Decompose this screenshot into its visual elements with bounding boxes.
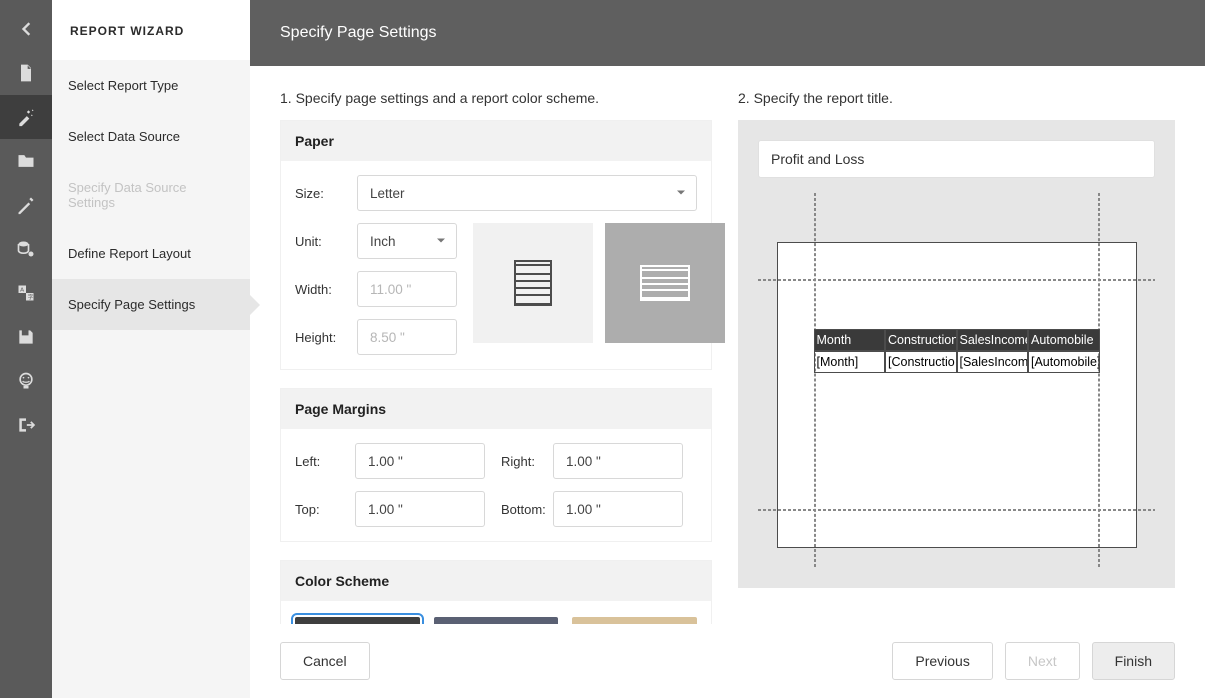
margin-top-label: Top:	[295, 502, 357, 517]
height-label: Height:	[295, 330, 357, 345]
unit-label: Unit:	[295, 234, 357, 249]
height-input[interactable]: 8.50 "	[357, 319, 457, 355]
paper-heading: Paper	[281, 121, 711, 161]
report-title-input[interactable]: Profit and Loss	[758, 140, 1155, 178]
instruction-left: 1. Specify page settings and a report co…	[280, 90, 712, 106]
report-preview-page: Month Construction SalesIncome Automobil…	[777, 242, 1137, 548]
margin-left-label: Left:	[295, 454, 357, 469]
margin-bottom-label: Bottom:	[485, 502, 541, 517]
previous-button[interactable]: Previous	[892, 642, 992, 680]
step-define-report-layout[interactable]: Define Report Layout	[52, 228, 250, 279]
table-header-cell: SalesIncome	[957, 329, 1029, 351]
exit-icon[interactable]	[0, 403, 52, 447]
color-scheme-group: Color Scheme GREY COLDGREY CREAM	[280, 560, 712, 624]
margin-right-label: Right:	[485, 454, 541, 469]
chevron-down-icon	[676, 186, 686, 201]
size-value: Letter	[370, 186, 405, 201]
svg-text:A: A	[20, 287, 24, 293]
margin-top-input[interactable]: 1.00 "	[355, 491, 485, 527]
wizard-sidebar: REPORT WIZARD Select Report Type Select …	[52, 0, 250, 698]
chevron-down-icon	[436, 234, 446, 249]
unit-value: Inch	[370, 234, 396, 249]
wand-icon[interactable]	[0, 183, 52, 227]
database-gear-icon[interactable]	[0, 227, 52, 271]
svg-text:字: 字	[28, 293, 34, 301]
margin-bottom-input[interactable]: 1.00 "	[553, 491, 683, 527]
file-icon[interactable]	[0, 51, 52, 95]
width-input[interactable]: 11.00 "	[357, 271, 457, 307]
size-label: Size:	[295, 186, 357, 201]
swatch-grey[interactable]: GREY	[295, 617, 420, 624]
table-cell: [Constructio	[885, 351, 957, 373]
sidebar-title: REPORT WIZARD	[52, 0, 250, 60]
preview-panel: Profit and Loss Month Construction	[738, 120, 1175, 588]
step-specify-page-settings[interactable]: Specify Page Settings	[52, 279, 250, 330]
table-cell: [Month]	[814, 351, 886, 373]
table-header-cell: Construction	[885, 329, 957, 351]
size-select[interactable]: Letter	[357, 175, 697, 211]
next-button: Next	[1005, 642, 1080, 680]
margins-heading: Page Margins	[281, 389, 711, 429]
orientation-portrait-button[interactable]	[473, 223, 593, 343]
translate-icon[interactable]: A字	[0, 271, 52, 315]
wizard-footer: Cancel Previous Next Finish	[250, 624, 1205, 698]
width-label: Width:	[295, 282, 357, 297]
margin-right-input[interactable]: 1.00 "	[553, 443, 683, 479]
orientation-landscape-button[interactable]	[605, 223, 725, 343]
page-title: Specify Page Settings	[250, 0, 1205, 66]
back-icon[interactable]	[0, 7, 52, 51]
margin-guide-bottom	[758, 509, 1155, 511]
landscape-page-icon	[640, 265, 690, 301]
report-preview-table: Month Construction SalesIncome Automobil…	[814, 329, 1100, 373]
color-scheme-heading: Color Scheme	[281, 561, 711, 601]
emoji-icon[interactable]	[0, 359, 52, 403]
finish-button[interactable]: Finish	[1092, 642, 1175, 680]
table-header-row: Month Construction SalesIncome Automobil…	[814, 329, 1100, 351]
save-icon[interactable]	[0, 315, 52, 359]
table-cell: [SalesIncome	[957, 351, 1029, 373]
left-icon-bar: A字	[0, 0, 52, 698]
margins-group: Page Margins Left: 1.00 " Right: 1.00 " …	[280, 388, 712, 542]
folder-icon[interactable]	[0, 139, 52, 183]
table-row: [Month] [Constructio [SalesIncome [Autom…	[814, 351, 1100, 373]
step-select-data-source[interactable]: Select Data Source	[52, 111, 250, 162]
step-select-report-type[interactable]: Select Report Type	[52, 60, 250, 111]
table-header-cell: Month	[814, 329, 886, 351]
swatch-coldgrey[interactable]: COLDGREY	[434, 617, 559, 624]
table-header-cell: Automobile	[1028, 329, 1100, 351]
paper-group: Paper Size: Letter Unit	[280, 120, 712, 370]
step-specify-data-source-settings: Specify Data Source Settings	[52, 162, 250, 228]
swatch-cream[interactable]: CREAM	[572, 617, 697, 624]
instruction-right: 2. Specify the report title.	[738, 90, 1175, 106]
unit-select[interactable]: Inch	[357, 223, 457, 259]
wizard-icon[interactable]	[0, 95, 52, 139]
margin-left-input[interactable]: 1.00 "	[355, 443, 485, 479]
portrait-page-icon	[514, 260, 552, 306]
margin-guide-top	[758, 279, 1155, 281]
table-cell: [Automobile]	[1028, 351, 1100, 373]
cancel-button[interactable]: Cancel	[280, 642, 370, 680]
